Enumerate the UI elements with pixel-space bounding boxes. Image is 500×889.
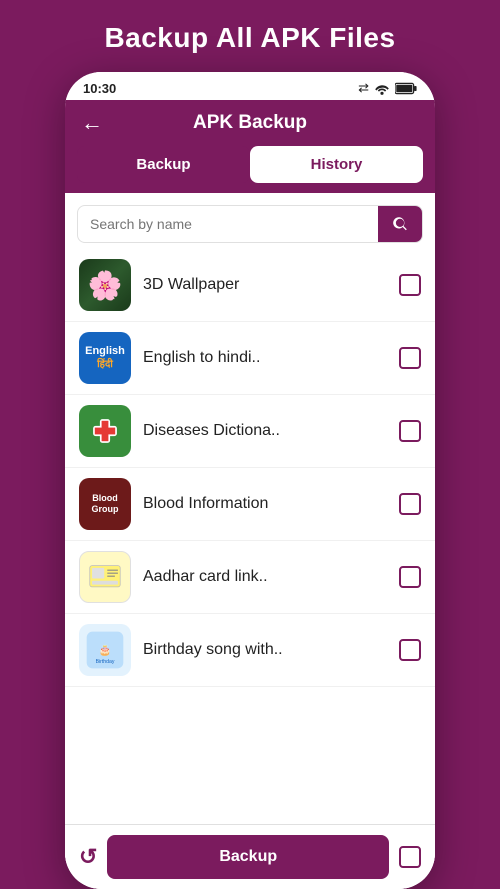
- select-all-checkbox[interactable]: [399, 846, 421, 868]
- birthday-icon: 🎂 Birthday: [83, 628, 127, 672]
- list-item: English हिंदी English to hindi..: [65, 322, 435, 395]
- app-checkbox-6[interactable]: [399, 639, 421, 661]
- list-item: Diseases Dictiona..: [65, 395, 435, 468]
- app-checkbox-1[interactable]: [399, 274, 421, 296]
- app-name: Aadhar card link..: [143, 568, 387, 586]
- list-item: Aadhar card link..: [65, 541, 435, 614]
- battery-icon: [395, 82, 417, 95]
- app-icon-aadhar: [79, 551, 131, 603]
- flower-decoration: 🌸: [79, 259, 131, 311]
- svg-text:Birthday: Birthday: [96, 659, 115, 665]
- app-list: 🌸 3D Wallpaper English हिंदी English to …: [65, 249, 435, 824]
- app-icon-blood: BloodGroup: [79, 478, 131, 530]
- search-button[interactable]: [378, 206, 422, 242]
- phone-frame: 10:30 ⇄︎ ← APK Backup Backup History: [65, 72, 435, 889]
- tab-backup[interactable]: Backup: [77, 146, 250, 183]
- tab-row: Backup History: [65, 146, 435, 193]
- wifi-signal-icon: [374, 82, 390, 95]
- app-name: 3D Wallpaper: [143, 276, 387, 294]
- app-name: English to hindi..: [143, 349, 387, 367]
- list-item: BloodGroup Blood Information: [65, 468, 435, 541]
- app-checkbox-3[interactable]: [399, 420, 421, 442]
- wifi-icon: ⇄︎: [358, 80, 369, 96]
- search-input[interactable]: [78, 207, 378, 241]
- medical-cross-icon: [88, 414, 122, 448]
- english-label: English: [85, 345, 125, 358]
- search-icon: [391, 215, 409, 233]
- list-item: 🎂 Birthday Birthday song with..: [65, 614, 435, 687]
- backup-button[interactable]: Backup: [107, 835, 389, 879]
- content-area: 🌸 3D Wallpaper English हिंदी English to …: [65, 193, 435, 889]
- svg-text:🎂: 🎂: [99, 644, 112, 657]
- aadhar-icon: [86, 558, 124, 596]
- app-icon-birthday: 🎂 Birthday: [79, 624, 131, 676]
- app-name: Diseases Dictiona..: [143, 422, 387, 440]
- status-bar: 10:30 ⇄︎: [65, 72, 435, 100]
- tab-history[interactable]: History: [250, 146, 423, 183]
- app-checkbox-4[interactable]: [399, 493, 421, 515]
- page-title: Backup All APK Files: [104, 22, 395, 54]
- app-checkbox-2[interactable]: [399, 347, 421, 369]
- status-time: 10:30: [83, 81, 116, 96]
- app-icon-3d-wallpaper: 🌸: [79, 259, 131, 311]
- bottom-bar: ↺ Backup: [65, 824, 435, 889]
- refresh-button[interactable]: ↺: [79, 844, 97, 870]
- back-button[interactable]: ←: [81, 110, 103, 136]
- app-header: ← APK Backup: [65, 100, 435, 146]
- blood-group-label: BloodGroup: [92, 493, 119, 515]
- app-name: Blood Information: [143, 495, 387, 513]
- app-icon-diseases: [79, 405, 131, 457]
- header-title: APK Backup: [193, 112, 307, 134]
- app-checkbox-5[interactable]: [399, 566, 421, 588]
- app-name: Birthday song with..: [143, 641, 387, 659]
- app-icon-english: English हिंदी: [79, 332, 131, 384]
- list-item: 🌸 3D Wallpaper: [65, 249, 435, 322]
- search-bar: [77, 205, 423, 243]
- status-icons: ⇄︎: [358, 80, 417, 96]
- hindi-label: हिंदी: [97, 359, 113, 371]
